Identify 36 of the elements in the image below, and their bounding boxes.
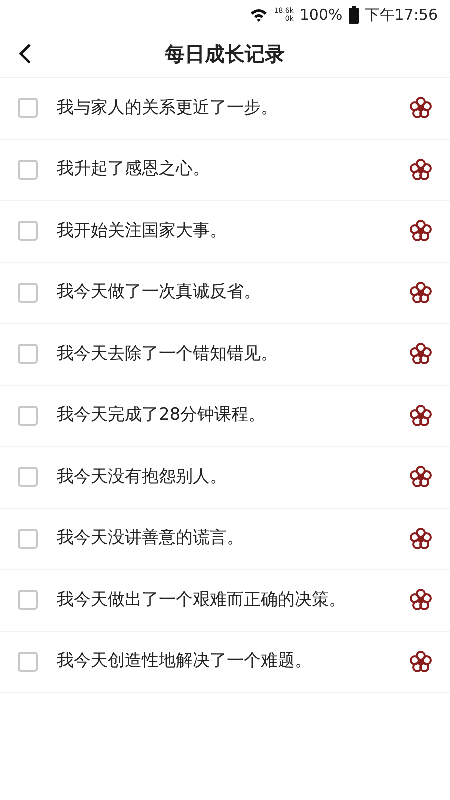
- wifi-icon: [250, 8, 268, 22]
- status-time: 下午17:56: [364, 4, 438, 26]
- flower-icon: [410, 97, 432, 120]
- checkbox[interactable]: [18, 282, 38, 303]
- flower-icon: [410, 589, 432, 612]
- record-text: 我升起了感恩之心。: [57, 158, 211, 181]
- flower-icon: [410, 528, 432, 550]
- battery-percent: 100%: [300, 4, 343, 26]
- checkbox[interactable]: [18, 590, 38, 610]
- checkbox[interactable]: [18, 160, 38, 180]
- flower-icon: [410, 650, 432, 673]
- checkbox[interactable]: [18, 652, 38, 672]
- record-text: 我今天做了一次真诚反省。: [57, 281, 262, 304]
- back-icon: [18, 43, 32, 65]
- checkbox[interactable]: [18, 467, 38, 488]
- checkbox[interactable]: [18, 221, 38, 242]
- flower-icon: [410, 282, 432, 304]
- record-text: 我今天没有抱怨别人。: [57, 466, 228, 488]
- flower-icon: [410, 466, 432, 488]
- battery-icon: [348, 6, 359, 24]
- page-title: 每日成长记录: [165, 40, 285, 68]
- record-text: 我今天做出了一个艰难而正确的决策。: [57, 588, 347, 612]
- flower-icon: [410, 220, 432, 242]
- record-text: 我与家人的关系更近了一步。: [57, 96, 279, 120]
- record-text: 我今天没讲善意的谎言。: [57, 527, 245, 550]
- record-text: 我今天去除了一个错知错见。: [57, 342, 279, 366]
- record-text: 我今天完成了28分钟课程。: [57, 404, 267, 427]
- checkbox[interactable]: [18, 98, 38, 118]
- flower-icon: [410, 343, 432, 366]
- checkbox[interactable]: [18, 406, 38, 426]
- checkbox[interactable]: [18, 528, 38, 549]
- flower-icon: [410, 404, 432, 427]
- checkbox[interactable]: [18, 344, 38, 364]
- flower-icon: [410, 158, 432, 181]
- record-text: 我今天创造性地解决了一个难题。: [57, 650, 313, 673]
- record-text: 我开始关注国家大事。: [57, 220, 228, 242]
